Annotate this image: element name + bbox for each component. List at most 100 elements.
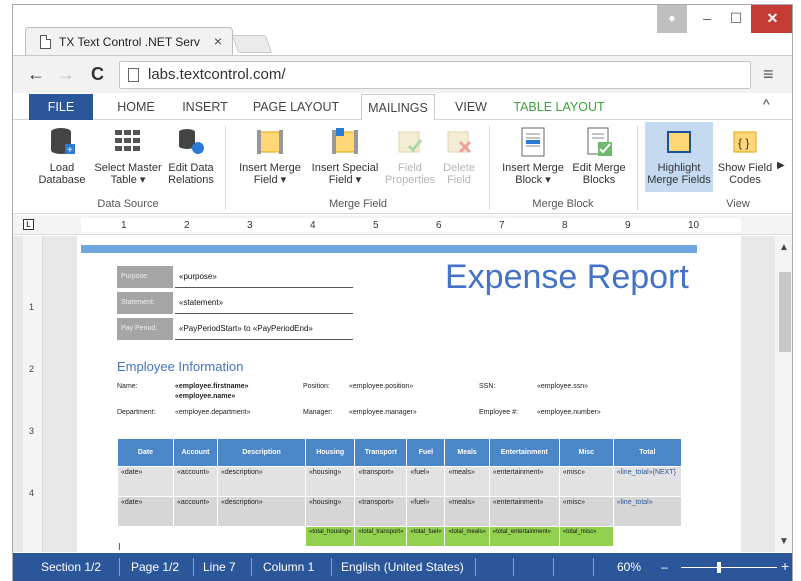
address-bar[interactable]: labs.textcontrol.com/: [119, 61, 751, 89]
table-cell[interactable]: «entertainment»: [488, 496, 560, 527]
address-toolbar: ← → C labs.textcontrol.com/ ≡: [13, 55, 792, 93]
total-cell[interactable]: «total_transport»: [354, 526, 408, 547]
table-cell[interactable]: «transport»: [354, 466, 408, 497]
statement-field[interactable]: «statement»: [175, 292, 353, 314]
tab-table-layout[interactable]: TABLE LAYOUT: [509, 94, 609, 120]
status-separator: [593, 558, 594, 576]
table-cell[interactable]: «meals»: [444, 496, 490, 527]
insert-special-field-button[interactable]: Insert Special Field ▾: [309, 126, 381, 186]
edit-data-relations-button[interactable]: Edit Data Relations: [165, 126, 217, 186]
table-cell[interactable]: «meals»: [444, 466, 490, 497]
total-cell[interactable]: «total_fuel»: [406, 526, 446, 547]
new-tab-button[interactable]: [231, 35, 273, 53]
tab-page-layout[interactable]: PAGE LAYOUT: [246, 94, 346, 120]
ssn-field[interactable]: «employee.ssn»: [537, 382, 588, 392]
table-cell[interactable]: «entertainment»: [488, 466, 560, 497]
total-cell[interactable]: «total_housing»: [304, 526, 356, 547]
table-cell[interactable]: «line_total»{NEXT}: [612, 466, 682, 497]
forward-arrow-icon[interactable]: →: [57, 64, 75, 84]
table-cell[interactable]: «housing»: [304, 496, 356, 527]
table-cell[interactable]: «date»: [117, 496, 174, 527]
ribbon-collapse-icon[interactable]: ^: [763, 96, 770, 112]
back-arrow-icon[interactable]: ←: [27, 64, 45, 84]
table-cell[interactable]: «misc»: [558, 496, 614, 527]
maximize-button[interactable]: ☐: [722, 5, 750, 33]
vertical-scrollbar[interactable]: ▲ ▼: [775, 236, 792, 552]
table-cell[interactable]: «fuel»: [406, 496, 446, 527]
title-bar: TX Text Control .NET Serv × ● – ☐ ✕: [13, 5, 792, 55]
table-cell[interactable]: «housing»: [304, 466, 356, 497]
scroll-up-icon[interactable]: ▲: [779, 242, 789, 253]
zoom-level: 60%: [617, 560, 642, 574]
total-cell[interactable]: «total_misc»: [558, 526, 614, 547]
insert-merge-field-button[interactable]: Insert Merge Field ▾: [235, 126, 305, 186]
minimize-button[interactable]: –: [693, 5, 721, 33]
tab-home[interactable]: HOME: [109, 94, 163, 120]
vruler-number: 2: [29, 364, 35, 374]
statement-label: Statement:: [117, 292, 173, 314]
ribbon-tab-bar: FILE HOME INSERT PAGE LAYOUT MAILINGS VI…: [13, 94, 792, 121]
table-cell[interactable]: «misc»: [558, 466, 614, 497]
zoom-slider-handle[interactable]: [717, 562, 721, 573]
close-window-button[interactable]: ✕: [751, 5, 792, 33]
table-row[interactable]: «date» «account» «description» «housing»…: [117, 466, 682, 497]
manager-field[interactable]: «employee.manager»: [349, 408, 417, 418]
document-area[interactable]: 1 2 3 4 Purpose: «purpose» Statement: «s…: [13, 236, 775, 552]
highlight-merge-fields-button[interactable]: Highlight Merge Fields: [645, 122, 713, 192]
insert-merge-block-button[interactable]: Insert Merge Block ▾: [499, 126, 567, 186]
special-field-icon: [330, 126, 360, 158]
tab-view[interactable]: VIEW: [449, 94, 493, 120]
position-label: Position:: [303, 383, 330, 390]
table-cell[interactable]: «description»: [217, 496, 306, 527]
highlight-merge-fields-label: Highlight Merge Fields: [647, 162, 711, 186]
url-text[interactable]: labs.textcontrol.com/: [148, 66, 286, 83]
ribbon-scroll-right-icon[interactable]: ▶: [777, 160, 785, 171]
vertical-ruler[interactable]: 1 2 3 4: [23, 236, 43, 552]
zoom-in-icon[interactable]: +: [781, 558, 789, 574]
table-cell[interactable]: «date»: [117, 466, 174, 497]
load-database-button[interactable]: + Load Database: [35, 126, 89, 186]
tab-close-icon[interactable]: ×: [214, 33, 222, 49]
delete-field-label: Delete Field: [443, 162, 475, 186]
total-cell[interactable]: «total_entertainment»: [488, 526, 560, 547]
totals-row[interactable]: «total_housing» «total_transport» «total…: [117, 526, 682, 547]
delete-field-button[interactable]: Delete Field: [437, 126, 481, 186]
table-cell[interactable]: «account»: [173, 496, 218, 527]
field-properties-button[interactable]: Field Properties: [385, 126, 435, 186]
scroll-down-icon[interactable]: ▼: [779, 536, 789, 547]
user-profile-icon[interactable]: ●: [657, 5, 687, 33]
purpose-field[interactable]: «purpose»: [175, 266, 353, 288]
table-cell[interactable]: «transport»: [354, 496, 408, 527]
show-field-codes-button[interactable]: { } Show Field Codes: [715, 126, 775, 186]
group-separator: [225, 126, 226, 210]
total-cell[interactable]: «total_meals»: [444, 526, 490, 547]
ribbon: + Load Database Select Master Table ▾ Ed…: [13, 120, 792, 214]
position-field[interactable]: «employee.position»: [349, 382, 413, 392]
tab-file[interactable]: FILE: [29, 94, 93, 120]
zoom-out-icon[interactable]: –: [661, 560, 668, 574]
scrollbar-thumb[interactable]: [779, 272, 791, 352]
group-separator: [489, 126, 490, 210]
table-row[interactable]: «date» «account» «description» «housing»…: [117, 496, 682, 527]
status-language[interactable]: English (United States): [341, 560, 464, 574]
tab-stop-selector[interactable]: L: [23, 219, 34, 230]
reload-icon[interactable]: C: [91, 64, 104, 84]
tab-insert[interactable]: INSERT: [177, 94, 233, 120]
table-cell[interactable]: «fuel»: [406, 466, 446, 497]
pay-period-field[interactable]: «PayPeriodStart» to «PayPeriodEnd»: [175, 318, 353, 340]
table-cell[interactable]: «line_total»: [612, 496, 682, 527]
expense-table[interactable]: Date Account Description Housing Transpo…: [117, 438, 682, 547]
tab-mailings[interactable]: MAILINGS: [361, 94, 435, 121]
employee-number-field[interactable]: «employee.number»: [537, 408, 601, 418]
name-field[interactable]: «employee.firstname» «employee.name»: [175, 382, 275, 402]
browser-tab[interactable]: TX Text Control .NET Serv ×: [25, 27, 233, 55]
select-master-table-button[interactable]: Select Master Table ▾: [93, 126, 163, 186]
department-field[interactable]: «employee.department»: [175, 408, 251, 418]
table-cell[interactable]: «account»: [173, 466, 218, 497]
document-title: Expense Report: [445, 258, 689, 296]
horizontal-ruler[interactable]: L 1 2 3 4 5 6 7 8 9 10: [13, 215, 792, 235]
zoom-slider[interactable]: [681, 567, 777, 568]
table-cell[interactable]: «description»: [217, 466, 306, 497]
browser-menu-icon[interactable]: ≡: [763, 64, 774, 85]
edit-merge-blocks-button[interactable]: Edit Merge Blocks: [569, 126, 629, 186]
